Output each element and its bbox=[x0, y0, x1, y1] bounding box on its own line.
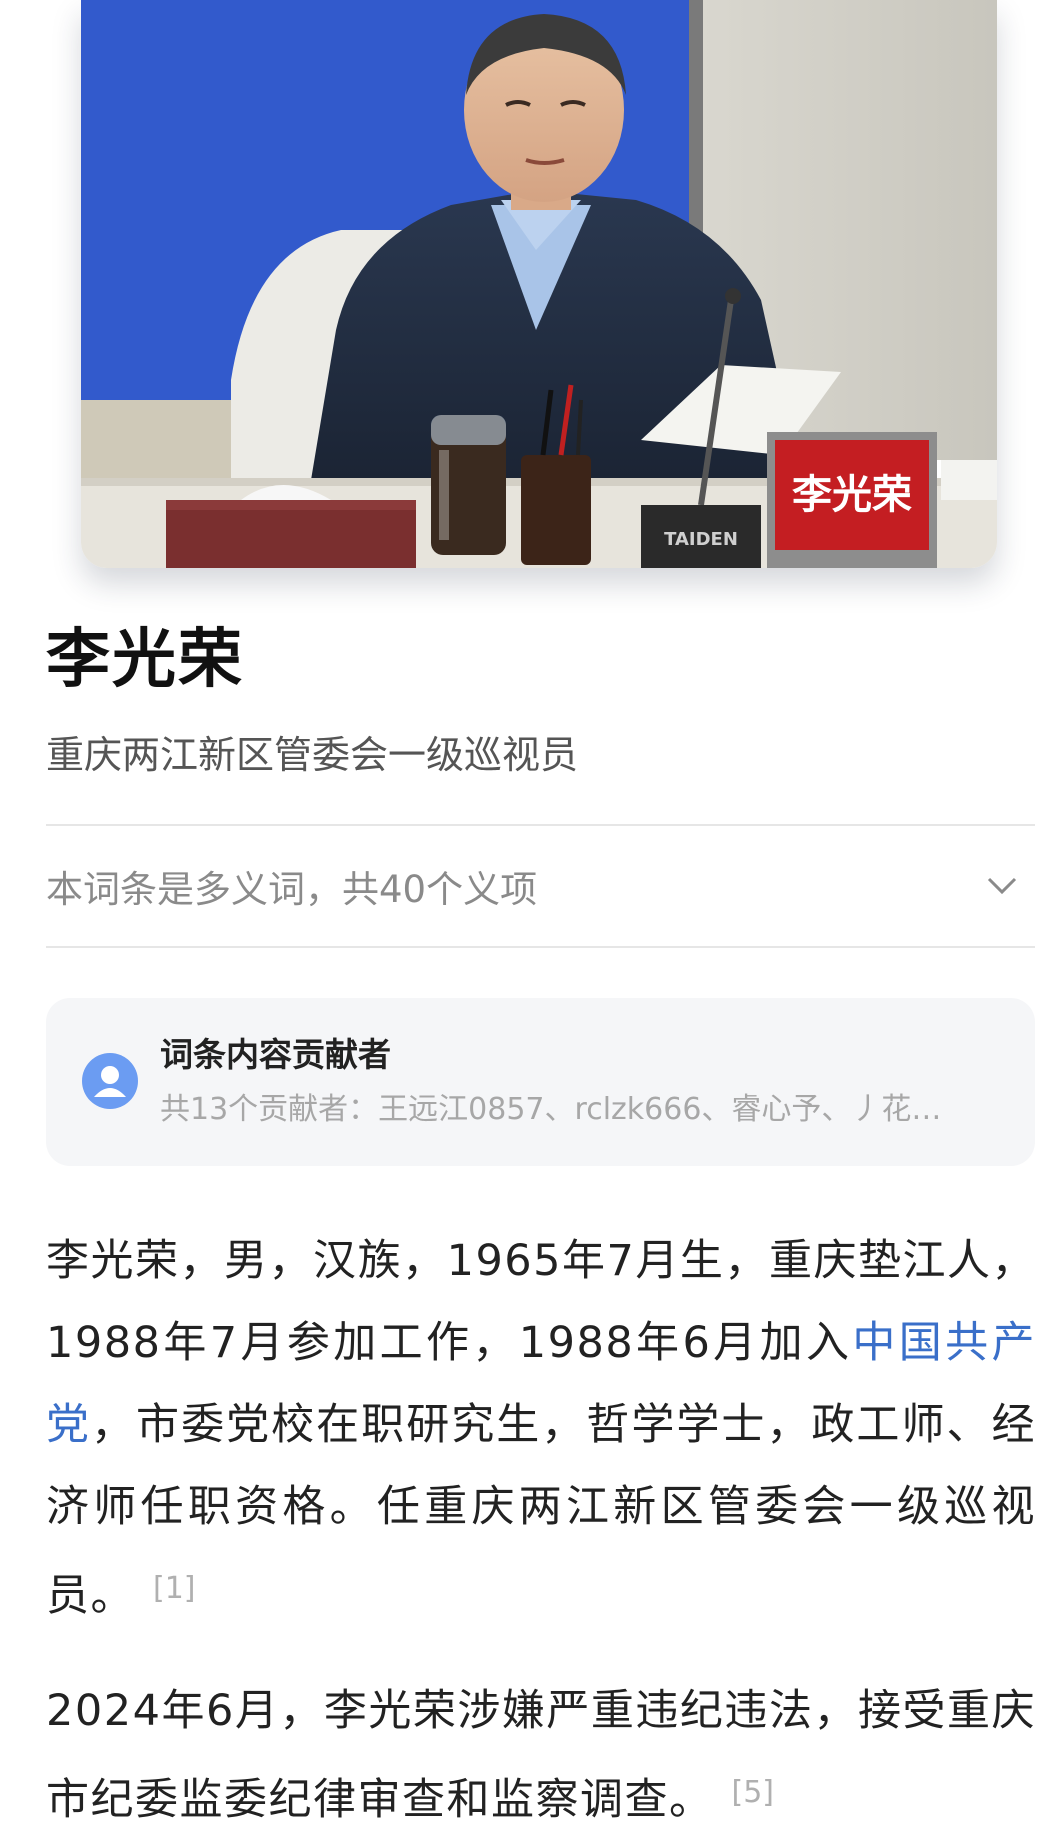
contributors-list: 共13个贡献者：王远江0857、rclzk666、睿心予、丿花… bbox=[160, 1092, 942, 1127]
intro-paragraph: 李光荣，男，汉族，1965年7月生，重庆垫江人，1988年7月参加工作，1988… bbox=[46, 1220, 1036, 1637]
nameplate-label: 李光荣 bbox=[792, 471, 912, 518]
page-title: 李光荣 bbox=[46, 623, 244, 697]
investigation-paragraph: 2024年6月，李光荣涉嫌严重违纪违法，接受重庆市纪委监委纪律审查和监察调查。[… bbox=[46, 1670, 1036, 1841]
reference-link-1[interactable]: [1] bbox=[153, 1571, 196, 1606]
polysemy-selector[interactable]: 本词条是多义词，共40个义项 bbox=[46, 826, 1035, 946]
page-subtitle: 重庆两江新区管委会一级巡视员 bbox=[46, 733, 579, 777]
contributors-card[interactable]: 词条内容贡献者 共13个贡献者：王远江0857、rclzk666、睿心予、丿花… bbox=[46, 998, 1035, 1166]
polysemy-label: 本词条是多义词，共40个义项 bbox=[46, 868, 538, 911]
contributors-heading: 词条内容贡献者 bbox=[160, 1035, 391, 1074]
hero-photo[interactable]: TAIDEN 李光荣 bbox=[81, 0, 997, 568]
reference-link-5[interactable]: [5] bbox=[732, 1775, 775, 1810]
user-avatar-icon bbox=[82, 1053, 138, 1109]
chevron-down-icon[interactable] bbox=[985, 869, 1019, 903]
hero-photo-illustration: TAIDEN 李光荣 bbox=[81, 0, 997, 568]
investigation-text: 2024年6月，李光荣涉嫌严重违纪违法，接受重庆市纪委监委纪律审查和监察调查。 bbox=[46, 1686, 1036, 1825]
divider-bottom bbox=[46, 946, 1035, 948]
mic-brand-label: TAIDEN bbox=[664, 529, 738, 550]
